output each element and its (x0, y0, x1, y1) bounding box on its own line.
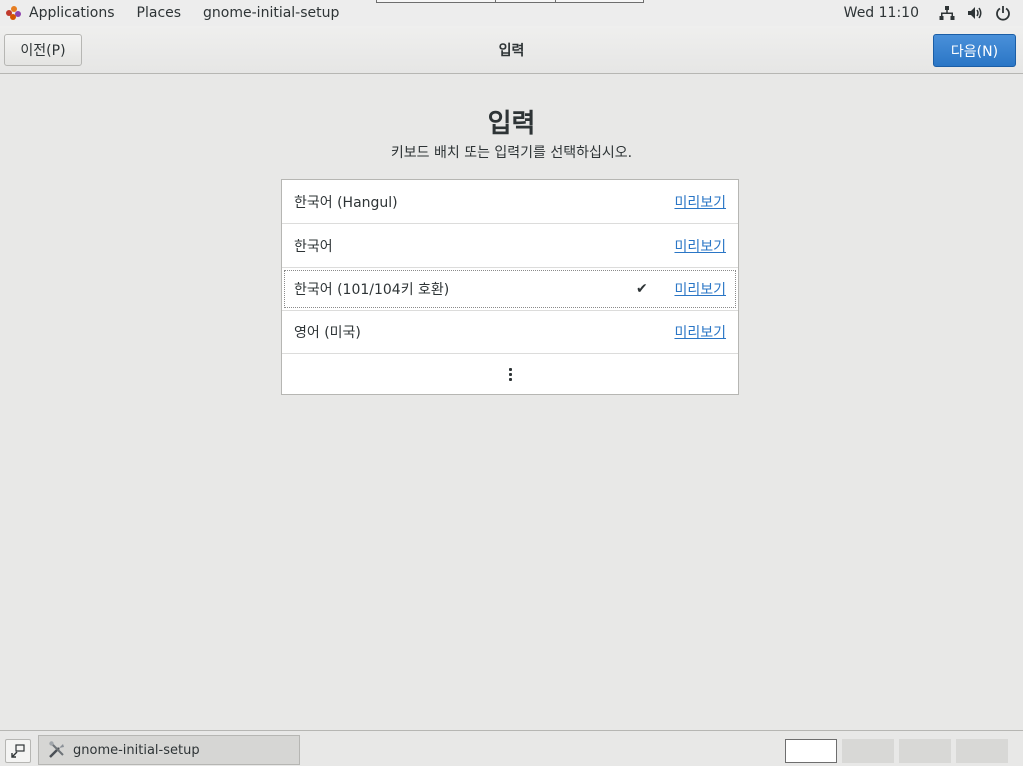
workspace-2[interactable] (842, 739, 894, 763)
next-button-label: 다음(N) (950, 43, 999, 60)
top-panel: Applications Places gnome-initial-setup … (0, 0, 1023, 26)
workspace-switcher (785, 739, 1013, 763)
power-icon[interactable] (995, 5, 1011, 21)
workspace-4[interactable] (956, 739, 1008, 763)
app-menu[interactable]: gnome-initial-setup (192, 0, 350, 26)
show-desktop-icon (11, 744, 25, 758)
app-menu-label: gnome-initial-setup (203, 5, 340, 21)
next-button[interactable]: 다음(N) (933, 34, 1016, 67)
top-menu: Applications Places gnome-initial-setup (0, 0, 350, 26)
clock[interactable]: Wed 11:10 (844, 5, 919, 21)
input-source-label: 한국어 (101/104키 호환) (294, 282, 450, 298)
preview-link[interactable]: 미리보기 (674, 192, 726, 212)
input-source-row[interactable]: 한국어 미리보기 (282, 224, 738, 268)
input-source-label: 영어 (미국) (294, 325, 361, 341)
more-inputs-button[interactable] (282, 354, 738, 394)
workspace-1[interactable] (785, 739, 837, 763)
previous-button-label: 이전(P) (20, 43, 66, 59)
taskbar-item-label: gnome-initial-setup (73, 742, 200, 758)
taskbar-item[interactable]: gnome-initial-setup (38, 735, 300, 765)
workspace-3[interactable] (899, 739, 951, 763)
bottom-panel: gnome-initial-setup (0, 730, 1023, 766)
applications-label: Applications (29, 5, 115, 21)
header-title: 입력 (498, 42, 525, 59)
places-label: Places (136, 5, 182, 21)
input-source-label: 한국어 (294, 238, 333, 255)
input-source-row-selected[interactable]: 한국어 (101/104키 호환) ✔ 미리보기 (282, 268, 738, 311)
page-heading: 입력 (487, 109, 536, 139)
applications-menu[interactable]: Applications (0, 0, 126, 26)
tools-icon (49, 741, 64, 758)
network-icon[interactable] (939, 5, 955, 21)
preview-link[interactable]: 미리보기 (674, 236, 726, 256)
show-desktop-button[interactable] (5, 739, 31, 763)
preview-link[interactable]: 미리보기 (674, 322, 726, 342)
input-source-list: 한국어 (Hangul) 미리보기 한국어 미리보기 한국어 (101/104키… (281, 179, 739, 395)
previous-button[interactable]: 이전(P) (4, 34, 82, 66)
header-bar: 입력 이전(P) 다음(N) (0, 26, 1023, 74)
checkmark-icon: ✔ (636, 281, 648, 297)
preview-link[interactable]: 미리보기 (674, 279, 726, 299)
volume-icon[interactable] (967, 5, 983, 21)
system-tray: Wed 11:10 (844, 0, 1023, 26)
gnome-foot-icon (6, 5, 22, 21)
input-source-row[interactable]: 한국어 (Hangul) 미리보기 (282, 180, 738, 224)
input-source-row[interactable]: 영어 (미국) 미리보기 (282, 311, 738, 354)
page-subtitle: 키보드 배치 또는 입력기를 선택하십시오. (390, 145, 633, 161)
window-switcher-indicator (376, 0, 644, 3)
input-source-label: 한국어 (Hangul) (294, 194, 398, 211)
places-menu[interactable]: Places (126, 0, 193, 26)
more-vertical-icon (508, 367, 512, 381)
